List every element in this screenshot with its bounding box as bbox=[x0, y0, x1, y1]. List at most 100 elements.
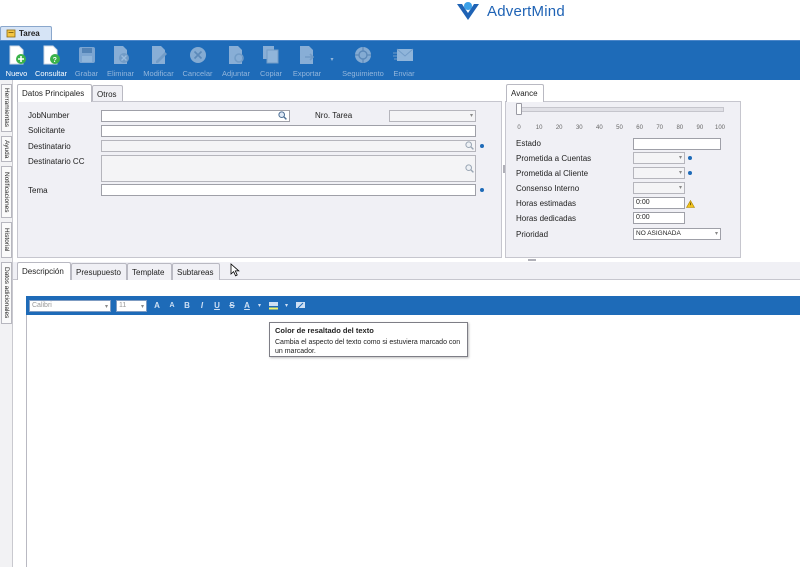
chevron-down-icon: ▾ bbox=[140, 303, 144, 310]
italic-icon[interactable]: I bbox=[197, 300, 207, 311]
modify-button-label: Modificar bbox=[143, 69, 174, 78]
jobnumber-search-icon[interactable] bbox=[278, 111, 287, 120]
prioridad-label: Prioridad bbox=[516, 230, 549, 239]
advertmind-logo: AdvertMind bbox=[455, 0, 565, 22]
horas-estimadas-input[interactable]: 0:00 bbox=[633, 197, 685, 209]
side-tab-notificaciones[interactable]: Notificaciones bbox=[1, 166, 12, 218]
chevron-down-icon: ▾ bbox=[678, 185, 682, 191]
export-button[interactable]: Exportar bbox=[287, 41, 327, 81]
side-tab-strip: Herramientas Ayuda Notificaciones Histor… bbox=[0, 80, 13, 567]
nro-tarea-label: Nro. Tarea bbox=[315, 111, 353, 120]
copy-button[interactable]: Copiar bbox=[255, 41, 287, 81]
tooltip-body: Cambia el aspecto del texto como si estu… bbox=[275, 339, 461, 355]
font-color-icon[interactable]: A bbox=[242, 300, 252, 311]
font-size-select[interactable]: 11 ▾ bbox=[116, 299, 147, 312]
save-button[interactable]: Grabar bbox=[71, 41, 102, 81]
highlight-color-icon[interactable] bbox=[267, 300, 279, 311]
estado-input[interactable] bbox=[633, 138, 721, 150]
mouse-cursor-icon bbox=[230, 263, 240, 277]
cancel-button[interactable]: Cancelar bbox=[178, 41, 217, 81]
chevron-down-icon: ▾ bbox=[714, 231, 718, 237]
prometida-cliente-input[interactable]: ▾ bbox=[633, 167, 685, 179]
progress-slider-track[interactable] bbox=[518, 107, 724, 112]
copy-button-label: Copiar bbox=[259, 69, 283, 78]
progress-slider-thumb[interactable] bbox=[516, 103, 522, 115]
attach-button[interactable]: Adjuntar bbox=[217, 41, 255, 81]
progress-tick-label: 80 bbox=[676, 125, 684, 131]
tab-otros[interactable]: Otros bbox=[92, 85, 123, 102]
prometida-cuentas-input[interactable]: ▾ bbox=[633, 152, 685, 164]
underline-icon[interactable]: U bbox=[212, 300, 222, 311]
font-family-select[interactable]: Calibri ▾ bbox=[29, 299, 111, 312]
shrink-font-icon[interactable]: A bbox=[167, 300, 177, 311]
horas-dedicadas-input[interactable]: 0:00 bbox=[633, 212, 685, 224]
progress-tick-label: 10 bbox=[535, 125, 543, 131]
tab-descripcion[interactable]: Descripción bbox=[17, 262, 71, 280]
tab-presupuesto[interactable]: Presupuesto bbox=[71, 263, 127, 280]
save-disk-icon bbox=[76, 44, 98, 66]
editor-toolbar: Calibri ▾ 11 ▾ A A B I U S A ▾ ▾ bbox=[26, 296, 800, 315]
nro-tarea-input[interactable]: ▾ bbox=[389, 110, 476, 122]
splitter-handle[interactable] bbox=[528, 259, 536, 261]
svg-text:?: ? bbox=[53, 57, 57, 64]
cancel-button-label: Cancelar bbox=[182, 69, 213, 78]
side-tab-historial[interactable]: Historial bbox=[1, 222, 12, 258]
highlight-color-dropdown[interactable]: ▾ bbox=[284, 300, 289, 311]
splitter-handle[interactable] bbox=[503, 165, 505, 173]
export-dropdown[interactable]: ▾ bbox=[327, 41, 337, 81]
required-indicator bbox=[688, 171, 692, 175]
send-mail-icon bbox=[393, 44, 415, 66]
required-indicator bbox=[480, 144, 484, 148]
query-button[interactable]: ? Consultar bbox=[31, 41, 71, 81]
destinatario-cc-search-icon[interactable] bbox=[465, 164, 474, 173]
attach-button-label: Adjuntar bbox=[222, 69, 250, 78]
clear-format-icon[interactable] bbox=[294, 300, 306, 311]
main-toolbar: Nuevo ? Consultar Grabar Eliminar Modifi… bbox=[0, 40, 800, 80]
delete-document-icon bbox=[110, 44, 132, 66]
tab-avance[interactable]: Avance bbox=[506, 84, 544, 102]
chevron-down-icon: ▾ bbox=[678, 155, 682, 161]
tema-input[interactable] bbox=[101, 184, 476, 196]
jobnumber-label: JobNumber bbox=[28, 111, 70, 120]
send-button-label: Enviar bbox=[393, 69, 415, 78]
brand-name: AdvertMind bbox=[487, 2, 565, 20]
save-button-label: Grabar bbox=[74, 69, 99, 78]
prometida-cliente-label: Prometida al Cliente bbox=[516, 169, 589, 178]
horas-dedicadas-label: Horas dedicadas bbox=[516, 214, 577, 223]
tab-template[interactable]: Template bbox=[127, 263, 172, 280]
destinatario-input[interactable] bbox=[101, 140, 476, 152]
side-tab-datos-adicionales[interactable]: Datos adicionales bbox=[1, 262, 12, 324]
tab-datos-principales[interactable]: Datos Principales bbox=[17, 84, 92, 102]
destinatario-cc-input[interactable] bbox=[101, 155, 476, 182]
bold-icon[interactable]: B bbox=[182, 300, 192, 311]
tracking-button[interactable]: Seguimiento bbox=[337, 41, 389, 81]
new-button[interactable]: Nuevo bbox=[2, 41, 31, 81]
side-tab-ayuda[interactable]: Ayuda bbox=[1, 136, 12, 162]
document-tab[interactable]: Tarea bbox=[0, 26, 52, 40]
edit-pencil-icon bbox=[148, 44, 170, 66]
chevron-down-icon: ▾ bbox=[469, 113, 473, 119]
tab-subtareas[interactable]: Subtareas bbox=[172, 263, 220, 280]
tracking-icon bbox=[352, 44, 374, 66]
export-icon bbox=[296, 44, 318, 66]
solicitante-input[interactable] bbox=[101, 125, 476, 137]
progress-tick-label: 90 bbox=[696, 125, 704, 131]
chevron-down-icon: ▾ bbox=[678, 170, 682, 176]
prioridad-select[interactable]: NO ASIGNADA ▾ bbox=[633, 228, 721, 240]
strikethrough-icon[interactable]: S bbox=[227, 300, 237, 311]
document-tab-label: Tarea bbox=[19, 29, 40, 38]
tema-label: Tema bbox=[28, 186, 48, 195]
consenso-interno-label: Consenso Interno bbox=[516, 184, 580, 193]
grow-font-icon[interactable]: A bbox=[152, 300, 162, 311]
task-icon bbox=[6, 29, 16, 38]
highlight-tooltip: Color de resaltado del texto Cambia el a… bbox=[269, 322, 468, 357]
delete-button[interactable]: Eliminar bbox=[102, 41, 139, 81]
send-button[interactable]: Enviar bbox=[389, 41, 419, 81]
attach-icon bbox=[225, 44, 247, 66]
font-color-dropdown[interactable]: ▾ bbox=[257, 300, 262, 311]
side-tab-herramientas[interactable]: Herramientas bbox=[1, 84, 12, 132]
modify-button[interactable]: Modificar bbox=[139, 41, 178, 81]
consenso-interno-input[interactable]: ▾ bbox=[633, 182, 685, 194]
destinatario-search-icon[interactable] bbox=[465, 141, 474, 150]
jobnumber-input[interactable] bbox=[101, 110, 290, 122]
